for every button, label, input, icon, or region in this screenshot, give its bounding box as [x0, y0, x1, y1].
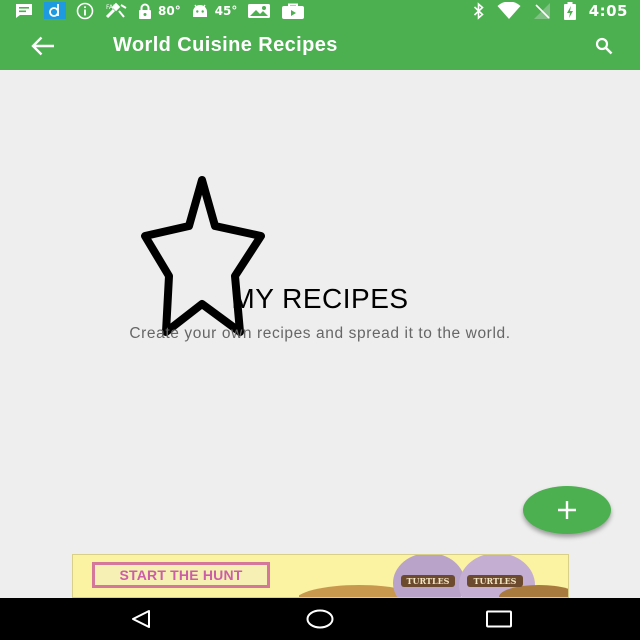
wifi-icon — [497, 1, 521, 19]
app-bar: World Cuisine Recipes — [0, 21, 640, 70]
nav-home-button[interactable] — [300, 607, 340, 631]
ad-brand-label-1: TURTLES — [407, 576, 450, 586]
status-bar-notifications: FAR 80° 45° — [14, 2, 315, 19]
nav-recents-button[interactable] — [479, 607, 519, 631]
status-temp-1: 80° — [158, 3, 181, 18]
empty-state-subtitle: Create your own recipes and spread it to… — [129, 325, 511, 342]
status-time: 4:05 — [588, 1, 628, 20]
satellite-icon: FAR — [105, 2, 127, 18]
android-icon — [192, 4, 207, 17]
nav-recents-icon — [486, 610, 512, 628]
search-icon — [595, 37, 613, 55]
dictionary-app-icon — [44, 2, 66, 19]
status-bar: FAR 80° 45° 4:05 — [0, 0, 640, 21]
nav-back-button[interactable] — [121, 607, 161, 631]
nav-home-icon — [306, 609, 334, 629]
back-button[interactable] — [26, 32, 60, 60]
plus-icon — [558, 501, 576, 519]
battery-charging-icon — [563, 1, 576, 20]
bluetooth-icon — [473, 1, 484, 20]
search-button[interactable] — [592, 35, 616, 57]
ad-banner[interactable]: START THE HUNT TURTLES TURTLES — [72, 554, 569, 598]
lock-icon — [139, 3, 151, 19]
svg-text:FAR: FAR — [106, 4, 117, 11]
ad-product-image: TURTLES TURTLES — [299, 555, 568, 597]
status-temp-2: 45° — [214, 3, 238, 18]
empty-state-title: MY RECIPES — [231, 283, 409, 314]
info-icon — [76, 2, 94, 19]
arrow-left-icon — [31, 36, 54, 56]
nav-back-icon — [132, 610, 150, 628]
system-nav-bar — [0, 598, 640, 640]
message-icon — [16, 3, 32, 18]
app-title: World Cuisine Recipes — [113, 34, 338, 56]
ad-cta-button[interactable]: START THE HUNT — [92, 562, 270, 588]
add-recipe-button[interactable] — [523, 486, 611, 534]
photos-icon — [248, 3, 271, 18]
star-outline-icon — [141, 176, 265, 336]
ad-brand-label-2: TURTLES — [474, 576, 517, 586]
briefcase-icon — [282, 3, 305, 19]
no-sim-icon — [533, 2, 550, 19]
status-bar-system: 4:05 — [473, 1, 628, 20]
